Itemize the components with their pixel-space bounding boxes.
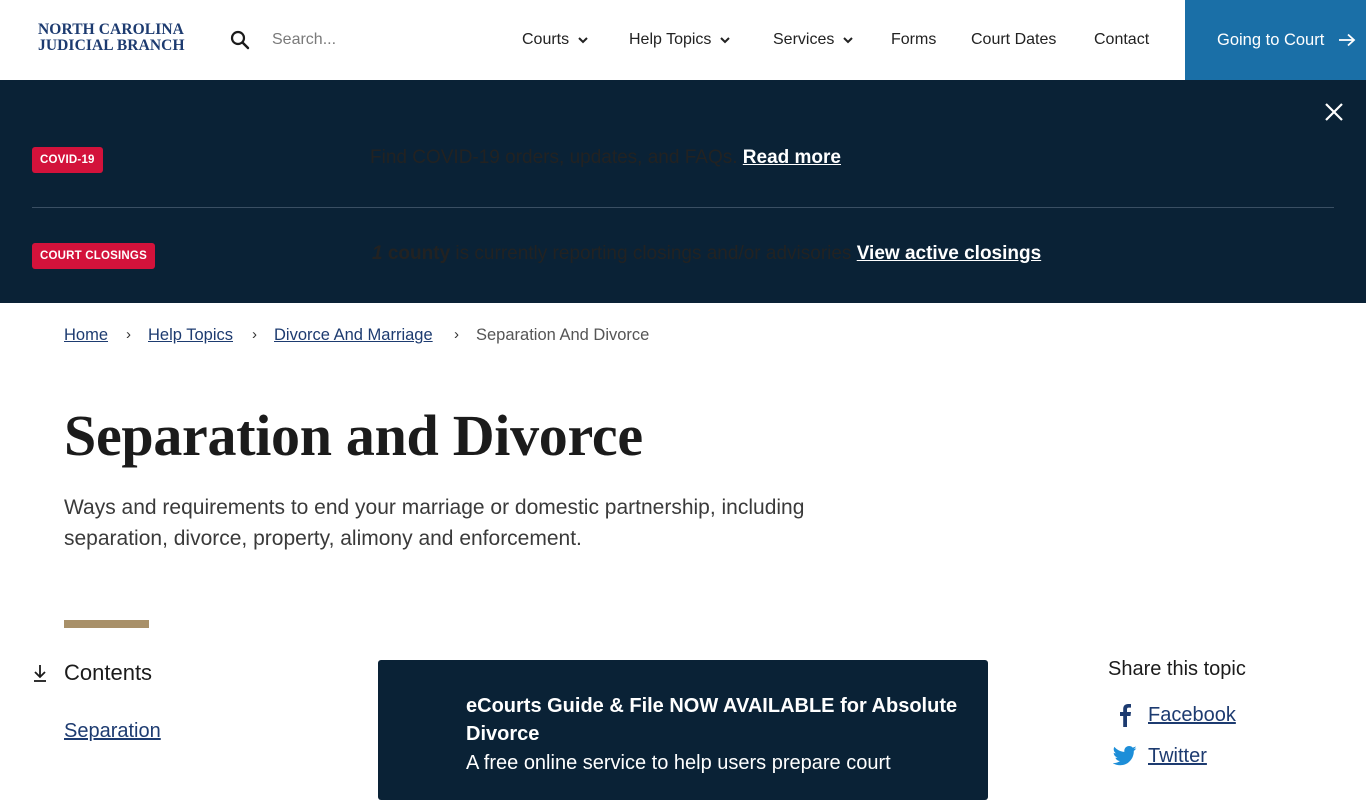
nav-court-dates-label: Court Dates xyxy=(971,31,1057,48)
card-title: eCourts Guide & File NOW AVAILABLE for A… xyxy=(466,695,958,745)
alert-banner xyxy=(0,80,1366,303)
nav-forms[interactable]: Forms xyxy=(891,30,936,50)
view-active-closings-link[interactable]: View active closings xyxy=(857,243,1041,264)
covid-alert-text: Find COVID-19 orders, updates, and FAQs. xyxy=(370,147,738,168)
read-more-link[interactable]: Read more xyxy=(743,147,841,168)
share-twitter-label: Twitter xyxy=(1148,744,1207,767)
nav-courts[interactable]: Courts xyxy=(522,30,589,50)
going-to-court-label: Going to Court xyxy=(1217,30,1325,49)
going-to-court-button[interactable]: Going to Court xyxy=(1185,0,1366,80)
share-title: Share this topic xyxy=(1108,658,1246,680)
search-input[interactable] xyxy=(262,26,482,54)
covid-alert: Find COVID-19 orders, updates, and FAQs.… xyxy=(370,147,841,169)
accent-divider xyxy=(64,620,149,628)
breadcrumb-divorce-and-marriage[interactable]: Divorce And Marriage xyxy=(274,326,433,345)
card-description: A free online service to help users prep… xyxy=(466,752,891,774)
page-title: Separation and Divorce xyxy=(64,403,643,468)
chevron-right-icon: › xyxy=(126,326,131,343)
closings-count: 1 xyxy=(372,243,383,264)
arrow-right-icon xyxy=(1339,33,1356,47)
logo-line-1: NORTH CAROLINA xyxy=(38,21,184,38)
nav-court-dates[interactable]: Court Dates xyxy=(971,30,1056,50)
covid-badge: COVID-19 xyxy=(32,147,103,173)
court-closings-badge: COURT CLOSINGS xyxy=(32,243,155,269)
contents-item-separation[interactable]: Separation xyxy=(64,720,161,743)
search-icon[interactable] xyxy=(230,30,250,50)
breadcrumb-home[interactable]: Home xyxy=(64,326,108,345)
chevron-down-icon xyxy=(843,37,854,44)
contents-title: Contents xyxy=(64,660,153,685)
site-header: NORTH CAROLINA JUDICIAL BRANCH Courts He… xyxy=(0,0,1366,80)
twitter-icon xyxy=(1112,744,1138,768)
closings-count-label: county xyxy=(387,243,451,264)
share-facebook[interactable]: Facebook xyxy=(1112,703,1236,727)
nav-contact[interactable]: Contact xyxy=(1094,30,1149,50)
chevron-right-icon: › xyxy=(252,326,257,343)
nav-help-topics-label: Help Topics xyxy=(629,31,712,48)
nav-help-topics[interactable]: Help Topics xyxy=(629,30,731,50)
logo-line-2: JUDICIAL BRANCH xyxy=(38,37,185,54)
arrow-down-icon[interactable] xyxy=(32,664,48,682)
alert-divider xyxy=(32,207,1334,208)
close-icon[interactable] xyxy=(1324,102,1344,122)
chevron-down-icon xyxy=(578,37,588,44)
nav-contact-label: Contact xyxy=(1094,31,1150,48)
breadcrumb-current: Separation And Divorce xyxy=(476,326,650,344)
breadcrumb-help-topics[interactable]: Help Topics xyxy=(148,326,233,345)
facebook-icon xyxy=(1112,703,1138,727)
page-lede: Ways and requirements to end your marria… xyxy=(64,496,805,550)
share-facebook-label: Facebook xyxy=(1148,703,1236,726)
nav-forms-label: Forms xyxy=(891,31,937,48)
closings-alert: 1 county is currently reporting closings… xyxy=(372,243,1041,265)
ecourts-info-card: eCourts Guide & File NOW AVAILABLE for A… xyxy=(378,660,988,800)
nav-courts-label: Courts xyxy=(522,31,570,48)
share-twitter[interactable]: Twitter xyxy=(1112,744,1207,768)
nav-services-label: Services xyxy=(773,31,835,48)
nav-services[interactable]: Services xyxy=(773,30,854,50)
chevron-down-icon xyxy=(720,37,731,44)
chevron-right-icon: › xyxy=(454,326,459,343)
closings-alert-text: is currently reporting closings and/or a… xyxy=(455,243,852,264)
site-logo[interactable]: NORTH CAROLINA JUDICIAL BRANCH xyxy=(38,22,188,54)
